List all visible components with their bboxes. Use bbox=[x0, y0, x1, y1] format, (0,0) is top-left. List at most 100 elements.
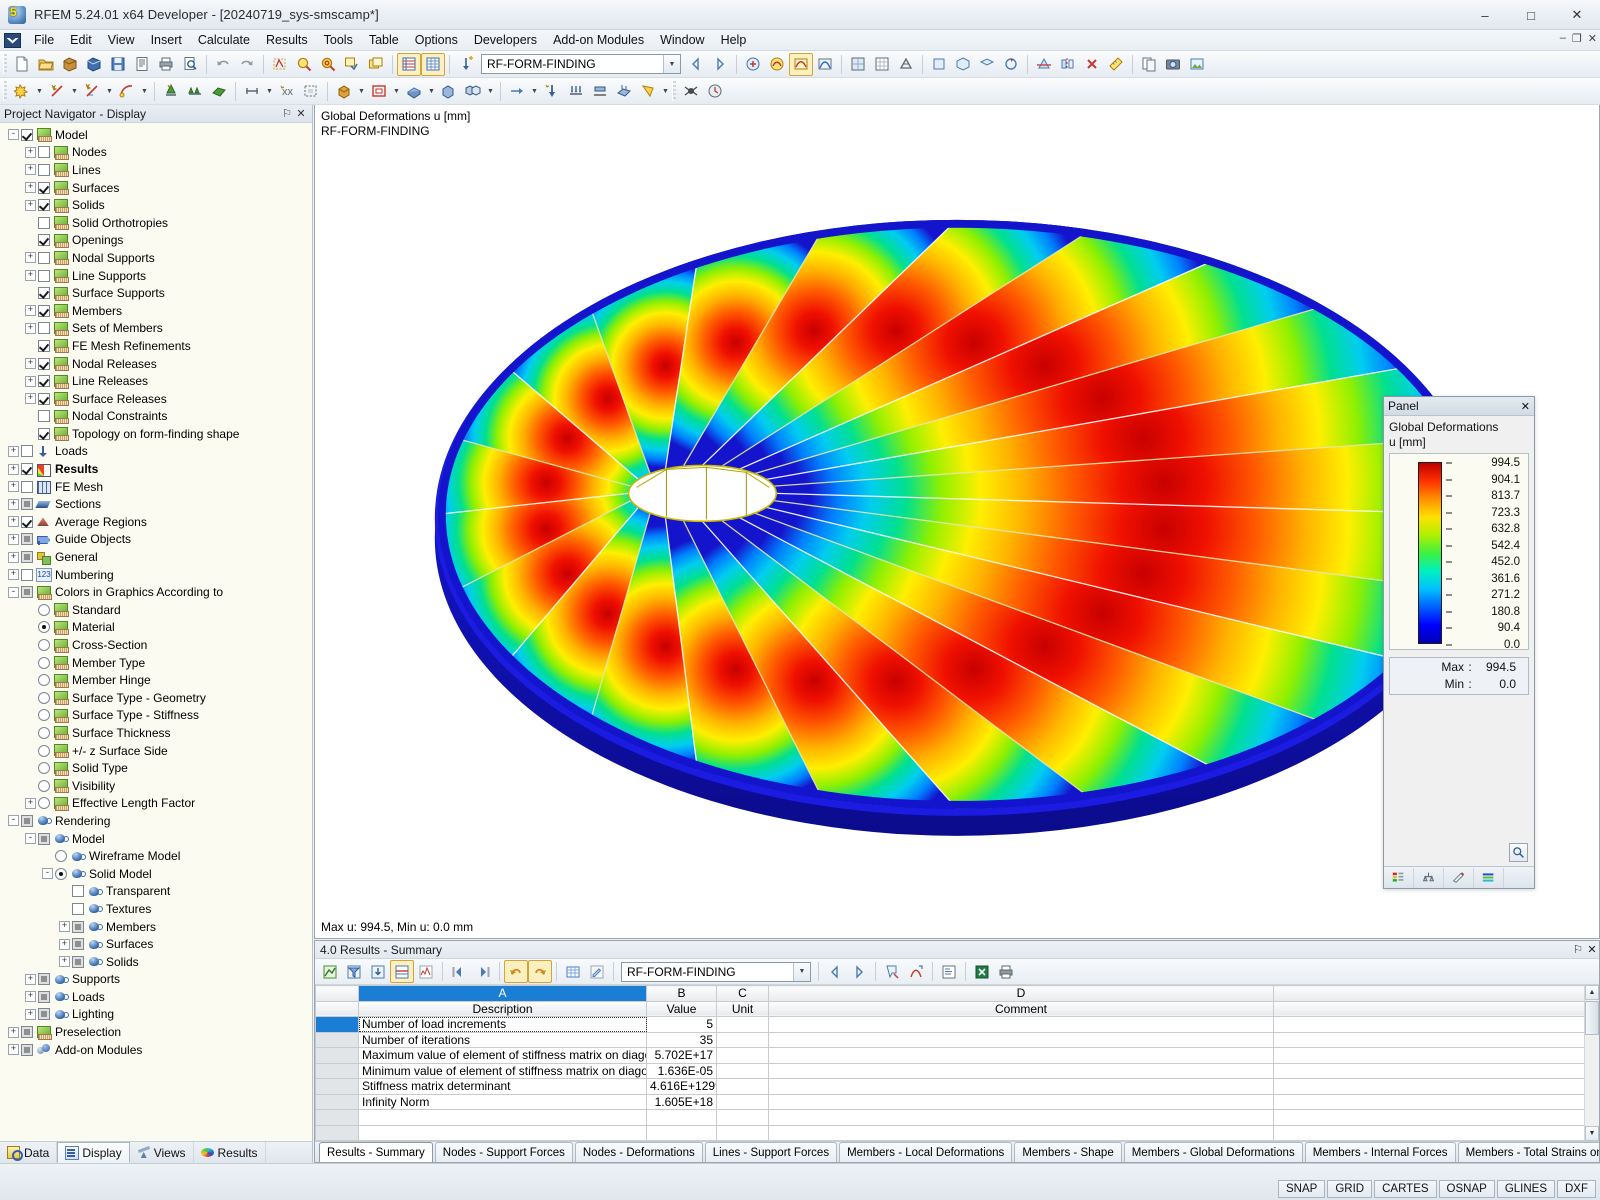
show-deformations-button[interactable] bbox=[789, 53, 813, 76]
cell-value[interactable]: 35 bbox=[647, 1032, 717, 1048]
menu-item-window[interactable]: Window bbox=[652, 30, 712, 50]
status-chip-grid[interactable]: GRID bbox=[1327, 1180, 1372, 1198]
zoom-window-button[interactable] bbox=[340, 53, 364, 76]
calculate-button[interactable] bbox=[741, 53, 765, 76]
results-tab-nodes-support-forces[interactable]: Nodes - Support Forces bbox=[435, 1142, 573, 1162]
checkbox[interactable] bbox=[38, 305, 50, 317]
column-header-comment[interactable]: Comment bbox=[769, 1001, 1274, 1017]
expand-icon[interactable]: + bbox=[8, 481, 19, 492]
checkbox[interactable] bbox=[21, 1044, 33, 1056]
nav-item-lighting[interactable]: +Lighting bbox=[2, 1006, 312, 1024]
checkbox[interactable] bbox=[21, 533, 33, 545]
radio-button[interactable] bbox=[38, 727, 50, 739]
minimize-button[interactable]: – bbox=[1462, 0, 1508, 30]
table-filter-button[interactable] bbox=[342, 960, 366, 983]
load-surface-icon[interactable] bbox=[612, 80, 636, 103]
collapse-icon[interactable]: - bbox=[42, 868, 53, 879]
cell-description[interactable]: Number of iterations bbox=[359, 1032, 647, 1048]
results-on-off-button[interactable] bbox=[765, 53, 789, 76]
nav-item-members[interactable]: +Members bbox=[2, 302, 312, 320]
nav-item-transparent[interactable]: Transparent bbox=[2, 883, 312, 901]
results-tab-results-summary[interactable]: Results - Summary bbox=[319, 1142, 433, 1162]
nav-item-solid-orthotropies[interactable]: Solid Orthotropies bbox=[2, 214, 312, 232]
navigator-tree[interactable]: -Model+Nodes+Lines+Surfaces+SolidsSolid … bbox=[0, 123, 312, 1141]
checkbox[interactable] bbox=[38, 991, 50, 1003]
column-letter-D[interactable]: D bbox=[769, 986, 1274, 1002]
table-settings-button[interactable] bbox=[318, 960, 342, 983]
load-node-icon[interactable] bbox=[540, 80, 564, 103]
opening-icon[interactable] bbox=[367, 80, 391, 103]
table-redo-button[interactable] bbox=[528, 960, 552, 983]
dropdown-arrow-icon[interactable]: ▼ bbox=[660, 80, 671, 102]
checkbox[interactable] bbox=[38, 358, 50, 370]
table-chart-button[interactable] bbox=[414, 960, 438, 983]
clock-icon[interactable] bbox=[703, 80, 727, 103]
nav-item-numbering[interactable]: +Numbering bbox=[2, 566, 312, 584]
copy-icon[interactable] bbox=[461, 80, 485, 103]
export-to-excel-button[interactable] bbox=[970, 960, 994, 983]
graphics-viewport[interactable]: Global Deformations u [mm] RF-FORM-FINDI… bbox=[314, 105, 1600, 939]
new-solid-icon[interactable] bbox=[332, 80, 356, 103]
nav-item-loads[interactable]: +Loads bbox=[2, 988, 312, 1006]
nav-item-line-supports[interactable]: +Line Supports bbox=[2, 267, 312, 285]
new-line-icon[interactable] bbox=[45, 80, 69, 103]
results-tab-nodes-deformations[interactable]: Nodes - Deformations bbox=[575, 1142, 703, 1162]
maximize-button[interactable]: □ bbox=[1508, 0, 1554, 30]
render-mode-button[interactable] bbox=[846, 53, 870, 76]
menu-item-calculate[interactable]: Calculate bbox=[190, 30, 258, 50]
mdi-minimize-button[interactable]: – bbox=[1560, 32, 1566, 45]
table-select-in-graphic-button[interactable] bbox=[880, 960, 904, 983]
panel-close-icon[interactable]: ✕ bbox=[1521, 400, 1530, 413]
cell-description[interactable]: Stiffness matrix determinant bbox=[359, 1079, 647, 1095]
collapse-icon[interactable]: - bbox=[8, 587, 19, 598]
checkbox[interactable] bbox=[38, 833, 50, 845]
dropdown-arrow-icon[interactable]: ▼ bbox=[139, 80, 150, 102]
nav-item-wireframe-model[interactable]: Wireframe Model bbox=[2, 847, 312, 865]
radio-button[interactable] bbox=[38, 762, 50, 774]
checkbox[interactable] bbox=[72, 956, 84, 968]
expand-icon[interactable]: + bbox=[25, 323, 36, 334]
save-button[interactable] bbox=[106, 53, 130, 76]
cell-description[interactable]: Minimum value of element of stiffness ma… bbox=[359, 1063, 647, 1079]
table-row[interactable]: Stiffness matrix determinant4.616E+1299 bbox=[316, 1079, 1599, 1095]
results-tab-members-total-strains-on-cross-section[interactable]: Members - Total Strains on Cross-Section bbox=[1458, 1142, 1599, 1162]
expand-icon[interactable]: + bbox=[8, 464, 19, 475]
expand-icon[interactable]: + bbox=[59, 956, 70, 967]
table-grid-toggle-button[interactable] bbox=[561, 960, 585, 983]
status-chip-snap[interactable]: SNAP bbox=[1278, 1180, 1325, 1198]
nav-item-loads[interactable]: +Loads bbox=[2, 443, 312, 461]
checkbox[interactable] bbox=[38, 287, 50, 299]
printer-list-button[interactable] bbox=[130, 53, 154, 76]
status-chip-dxf[interactable]: DXF bbox=[1557, 1180, 1596, 1198]
collapse-icon[interactable]: - bbox=[25, 833, 36, 844]
move-icon[interactable] bbox=[505, 80, 529, 103]
checkbox[interactable] bbox=[38, 270, 50, 282]
checkbox[interactable] bbox=[38, 164, 50, 176]
nav-item-topology-on-form-finding-shape[interactable]: Topology on form-finding shape bbox=[2, 425, 312, 443]
checkbox[interactable] bbox=[21, 815, 33, 827]
radio-button[interactable] bbox=[38, 780, 50, 792]
column-header-description[interactable]: Description bbox=[359, 1001, 647, 1017]
table-row[interactable]: Infinity Norm1.605E+18 bbox=[316, 1094, 1599, 1110]
table-row[interactable]: Number of iterations35 bbox=[316, 1032, 1599, 1048]
radio-button[interactable] bbox=[38, 674, 50, 686]
nav-item-openings[interactable]: Openings bbox=[2, 232, 312, 250]
load-case-new-icon[interactable] bbox=[454, 53, 478, 76]
pin-icon[interactable]: ⚐ bbox=[1571, 943, 1585, 956]
row-header[interactable] bbox=[316, 1063, 359, 1079]
new-window-button[interactable] bbox=[364, 53, 388, 76]
dropdown-arrow-icon[interactable]: ▼ bbox=[529, 80, 540, 102]
status-chip-glines[interactable]: GLINES bbox=[1497, 1180, 1555, 1198]
extrude-icon[interactable] bbox=[437, 80, 461, 103]
nav-item-supports[interactable]: +Supports bbox=[2, 971, 312, 989]
close-icon[interactable]: ✕ bbox=[294, 107, 308, 120]
nav-item-surface-type-geometry[interactable]: Surface Type - Geometry bbox=[2, 689, 312, 707]
expand-icon[interactable]: + bbox=[25, 393, 36, 404]
cell-unit[interactable] bbox=[717, 1079, 769, 1095]
dropdown-arrow-icon[interactable]: ▼ bbox=[264, 80, 275, 102]
checkbox[interactable] bbox=[72, 885, 84, 897]
factors-tab[interactable] bbox=[1414, 868, 1444, 888]
color-legend[interactable]: 994.5904.1813.7723.3632.8542.4452.0361.6… bbox=[1389, 453, 1529, 650]
checkbox[interactable] bbox=[21, 551, 33, 563]
results-tab-lines-support-forces[interactable]: Lines - Support Forces bbox=[705, 1142, 837, 1162]
